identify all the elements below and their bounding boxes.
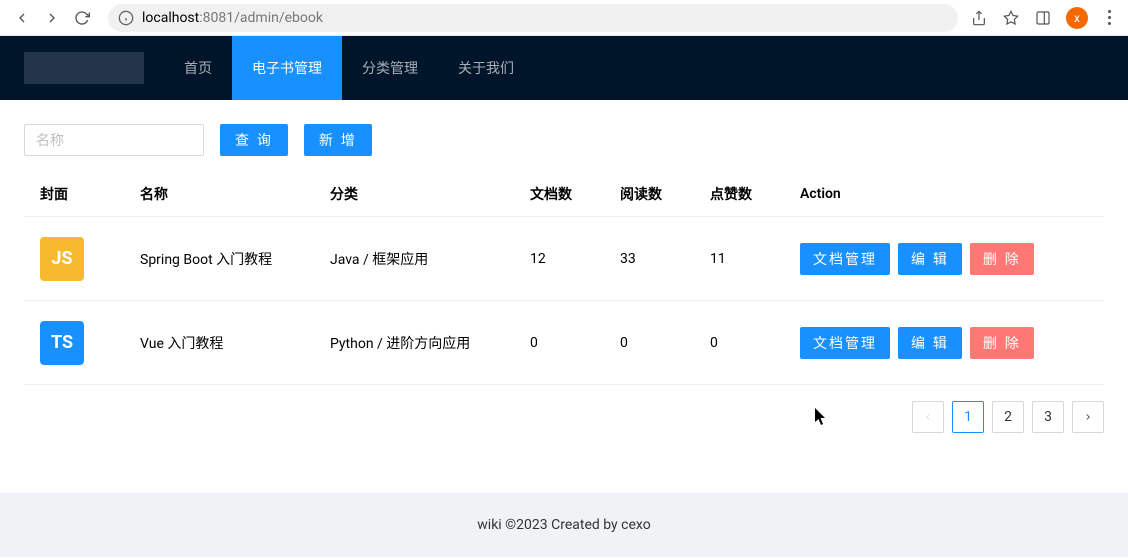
doc-manage-button[interactable]: 文档管理	[800, 327, 890, 359]
toolbar: 查 询 新 增	[24, 124, 1104, 156]
cover-image: JS	[40, 237, 84, 281]
pagination: 1 2 3	[24, 385, 1104, 449]
cell-cover: TS	[24, 301, 124, 385]
url-bar[interactable]: localhost:8081/admin/ebook	[108, 4, 958, 32]
edit-button[interactable]: 编 辑	[898, 243, 962, 275]
table-row: JS Spring Boot 入门教程Java / 框架应用123311 文档管理编…	[24, 217, 1104, 301]
th-name: 名称	[124, 172, 314, 217]
cell-views: 0	[604, 301, 694, 385]
cell-name: Spring Boot 入门教程	[124, 217, 314, 301]
site-info-icon[interactable]	[118, 10, 134, 26]
cell-docs: 12	[514, 217, 604, 301]
content: 查 询 新 增 封面 名称 分类 文档数 阅读数 点赞数 Action JS Sp…	[0, 100, 1128, 473]
footer: wiki ©2023 Created by cexo	[0, 493, 1128, 557]
th-docs: 文档数	[514, 172, 604, 217]
logo	[24, 52, 144, 84]
nav-item-home[interactable]: 首页	[164, 36, 232, 100]
cell-name: Vue 入门教程	[124, 301, 314, 385]
delete-button[interactable]: 删 除	[970, 327, 1034, 359]
page-3[interactable]: 3	[1032, 401, 1064, 433]
nav-item-about[interactable]: 关于我们	[438, 36, 534, 100]
th-category: 分类	[314, 172, 514, 217]
cell-category: Java / 框架应用	[314, 217, 514, 301]
cell-views: 33	[604, 217, 694, 301]
cell-cover: JS	[24, 217, 124, 301]
table-header-row: 封面 名称 分类 文档数 阅读数 点赞数 Action	[24, 172, 1104, 217]
query-button[interactable]: 查 询	[220, 124, 288, 156]
page-prev[interactable]	[912, 401, 944, 433]
th-cover: 封面	[24, 172, 124, 217]
panel-icon[interactable]	[1034, 9, 1052, 27]
ebook-table: 封面 名称 分类 文档数 阅读数 点赞数 Action JS Spring Boo…	[24, 172, 1104, 385]
url-port: :8081	[199, 10, 234, 26]
url-host: localhost	[142, 10, 199, 26]
th-views: 阅读数	[604, 172, 694, 217]
table-body: JSSpring Boot 入门教程Java / 框架应用123311文档管理编…	[24, 217, 1104, 385]
browser-nav-arrows	[8, 10, 100, 26]
cell-action: 文档管理编 辑删 除	[784, 217, 1104, 301]
nav-item-ebook[interactable]: 电子书管理	[232, 36, 342, 100]
nav-items: 首页 电子书管理 分类管理 关于我们	[164, 36, 534, 100]
cell-category: Python / 进阶方向应用	[314, 301, 514, 385]
avatar[interactable]: x	[1066, 7, 1088, 29]
cell-likes: 11	[694, 217, 784, 301]
add-button[interactable]: 新 增	[304, 124, 372, 156]
star-icon[interactable]	[1002, 9, 1020, 27]
doc-manage-button[interactable]: 文档管理	[800, 243, 890, 275]
page-2[interactable]: 2	[992, 401, 1024, 433]
back-button[interactable]	[14, 10, 30, 26]
page-next[interactable]	[1072, 401, 1104, 433]
forward-button[interactable]	[44, 10, 60, 26]
page-1[interactable]: 1	[952, 401, 984, 433]
menu-icon[interactable]	[1102, 10, 1116, 25]
refresh-button[interactable]	[74, 10, 90, 26]
share-icon[interactable]	[970, 9, 988, 27]
chrome-right-icons: x	[966, 7, 1120, 29]
action-buttons: 文档管理编 辑删 除	[800, 327, 1088, 359]
cover-image: TS	[40, 321, 84, 365]
top-nav: 首页 电子书管理 分类管理 关于我们	[0, 36, 1128, 100]
cell-docs: 0	[514, 301, 604, 385]
action-buttons: 文档管理编 辑删 除	[800, 243, 1088, 275]
edit-button[interactable]: 编 辑	[898, 327, 962, 359]
url-text: localhost:8081/admin/ebook	[142, 10, 948, 26]
th-likes: 点赞数	[694, 172, 784, 217]
table-row: TSVue 入门教程Python / 进阶方向应用000文档管理编 辑删 除	[24, 301, 1104, 385]
cell-action: 文档管理编 辑删 除	[784, 301, 1104, 385]
search-input[interactable]	[24, 124, 204, 156]
browser-chrome: localhost:8081/admin/ebook x	[0, 0, 1128, 36]
delete-button[interactable]: 删 除	[970, 243, 1034, 275]
url-path: /admin/ebook	[234, 10, 323, 26]
cell-likes: 0	[694, 301, 784, 385]
nav-item-category[interactable]: 分类管理	[342, 36, 438, 100]
th-action: Action	[784, 172, 1104, 217]
